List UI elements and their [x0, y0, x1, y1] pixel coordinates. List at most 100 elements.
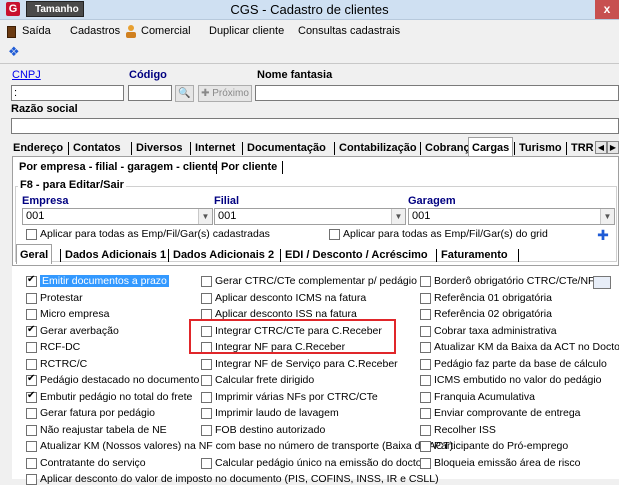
proximo-button[interactable]: ✚ Próximo [198, 85, 252, 102]
option-col1-4-checkbox[interactable] [26, 342, 37, 353]
option-col2-6-checkbox[interactable] [201, 375, 212, 386]
option-col3-2-checkbox[interactable] [420, 309, 431, 320]
menu-cadastros[interactable]: Cadastros [70, 25, 120, 37]
option-col1-2-label: Micro empresa [40, 308, 110, 320]
tab-por-cliente[interactable]: Por cliente [218, 158, 280, 176]
garagem-value: 001 [412, 210, 431, 222]
navigate-icon[interactable]: ❖ [8, 44, 20, 60]
cnpj-field[interactable]: : [11, 85, 124, 101]
option-col3-5-checkbox[interactable] [420, 359, 431, 370]
option-col1-1-label: Protestar [40, 292, 83, 304]
menu-consultas-cadastrais[interactable]: Consultas cadastrais [298, 25, 400, 37]
menu-bar: Saída Cadastros Comercial Duplicar clien… [0, 22, 619, 42]
sub-tab-strip: Por empresa - filial - garagem - cliente… [16, 158, 296, 177]
option-col1-0-checkbox[interactable] [26, 274, 37, 287]
empresa-value: 001 [26, 210, 45, 222]
option-col3-6-label: ICMS embutido no valor do pedágio [434, 374, 602, 386]
exit-door-icon[interactable] [7, 26, 16, 38]
option-col3-0-checkbox[interactable] [420, 276, 431, 287]
option-col1-7-checkbox[interactable] [26, 390, 37, 403]
option-col1-2-checkbox[interactable] [26, 309, 37, 320]
close-icon[interactable]: x [595, 0, 619, 19]
cnpj-label[interactable]: CNPJ [12, 69, 41, 81]
option-col1-8-checkbox[interactable] [26, 408, 37, 419]
option-bloqueia-checkbox[interactable] [420, 458, 431, 469]
tab-por-empresa[interactable]: Por empresa - filial - garagem - cliente [16, 158, 221, 176]
option-col1-5-checkbox[interactable] [26, 359, 37, 370]
option-col1-3-checkbox[interactable] [26, 324, 37, 337]
window-title: CGS - Cadastro de clientes [230, 2, 389, 17]
tab-endereco[interactable]: Endereço [10, 139, 66, 157]
tab-dados-adicionais-1[interactable]: Dados Adicionais 1 [62, 246, 169, 264]
option-col2-6-label: Calcular frete dirigido [215, 374, 315, 386]
option-contratante-checkbox[interactable] [26, 458, 37, 469]
menu-comercial[interactable]: Comercial [141, 25, 191, 37]
menu-duplicar-cliente[interactable]: Duplicar cliente [209, 25, 284, 37]
option-col2-8-checkbox[interactable] [201, 408, 212, 419]
option-pro-emprego-checkbox[interactable] [420, 441, 431, 452]
tab-diversos[interactable]: Diversos [133, 139, 185, 157]
filial-select[interactable]: 001 ▼ [214, 208, 406, 225]
tab-contabilizacao[interactable]: Contabilização [336, 139, 420, 157]
option-col3-6-checkbox[interactable] [420, 375, 431, 386]
garagem-select[interactable]: 001 ▼ [408, 208, 615, 225]
apply-all-registered-label: Aplicar para todas as Emp/Fil/Gar(s) cad… [40, 228, 270, 240]
chevron-down-icon[interactable]: ▼ [198, 209, 212, 224]
tab-contatos[interactable]: Contatos [70, 139, 124, 157]
search-binoculars-icon[interactable]: 🔍 [175, 85, 194, 102]
tab-faturamento[interactable]: Faturamento [438, 246, 511, 264]
razao-social-field[interactable] [11, 118, 619, 134]
option-col1-6-checkbox[interactable] [26, 373, 37, 386]
option-col2-5-checkbox[interactable] [201, 359, 212, 370]
option-aplicar-desconto-imposto-checkbox[interactable] [26, 474, 37, 485]
option-col3-4-checkbox[interactable] [420, 342, 431, 353]
apply-all-grid-label: Aplicar para todas as Emp/Fil/Gar(s) do … [343, 228, 548, 240]
option-col3-9-label: Recolher ISS [434, 424, 496, 436]
codigo-field[interactable] [128, 85, 172, 101]
option-col3-8-checkbox[interactable] [420, 408, 431, 419]
option-col3-3-label: Cobrar taxa administrativa [434, 325, 557, 337]
tab-geral[interactable]: Geral [16, 244, 53, 264]
apply-all-registered-checkbox[interactable] [26, 229, 37, 240]
option-col3-1-label: Referência 01 obrigatória [434, 292, 552, 304]
option-col2-7-label: Imprimir várias NFs por CTRC/CTe [215, 391, 378, 403]
option-col1-1-checkbox[interactable] [26, 293, 37, 304]
option-col3-3-checkbox[interactable] [420, 326, 431, 337]
apply-all-grid-checkbox[interactable] [329, 229, 340, 240]
tab-edi-desconto-acrescimo[interactable]: EDI / Desconto / Acréscimo [282, 246, 431, 264]
plus-icon: ✚ [201, 88, 213, 99]
bordero-icon[interactable] [593, 276, 611, 289]
option-col2-7-checkbox[interactable] [201, 392, 212, 403]
option-col2-1-label: Aplicar desconto ICMS na fatura [215, 292, 367, 304]
option-col1-3-label: Gerar averbação [40, 325, 119, 337]
option-calc-pedagio-checkbox[interactable] [201, 458, 212, 469]
option-col2-0-label: Gerar CTRC/CTe complementar p/ pedágio [215, 275, 417, 287]
option-col2-9-checkbox[interactable] [201, 425, 212, 436]
menu-saida[interactable]: Saída [22, 25, 51, 37]
option-calc-pedagio-label: Calcular pedágio único na emissão do doc… [215, 457, 422, 469]
nome-fantasia-field[interactable] [255, 85, 619, 101]
chevron-down-icon[interactable]: ▼ [391, 209, 405, 224]
option-atualizar-km-checkbox[interactable] [26, 441, 37, 452]
group-title: F8 - para Editar/Sair [18, 179, 126, 191]
highlight-box [189, 319, 396, 354]
empresa-select[interactable]: 001 ▼ [22, 208, 213, 225]
option-col2-0-checkbox[interactable] [201, 276, 212, 287]
tab-internet[interactable]: Internet [192, 139, 238, 157]
tab-cargas[interactable]: Cargas [468, 137, 514, 157]
option-col2-1-checkbox[interactable] [201, 293, 212, 304]
option-col3-9-checkbox[interactable] [420, 425, 431, 436]
chevron-down-icon[interactable]: ▼ [600, 209, 614, 224]
tab-dados-adicionais-2[interactable]: Dados Adicionais 2 [170, 246, 277, 264]
option-col3-8-label: Enviar comprovante de entrega [434, 407, 581, 419]
tab-turismo[interactable]: Turismo [516, 139, 565, 157]
add-icon[interactable]: ✚ [596, 228, 610, 243]
option-col1-9-label: Não reajustar tabela de NE [40, 424, 167, 436]
option-col3-1-checkbox[interactable] [420, 293, 431, 304]
tab-scroll-left-icon[interactable]: ◀ [595, 141, 607, 154]
tab-documentacao[interactable]: Documentação [244, 139, 329, 157]
option-col1-9-checkbox[interactable] [26, 425, 37, 436]
option-col3-7-checkbox[interactable] [420, 392, 431, 403]
tab-scroll-right-icon[interactable]: ▶ [607, 141, 619, 154]
tab-trr[interactable]: TRR [568, 139, 597, 157]
